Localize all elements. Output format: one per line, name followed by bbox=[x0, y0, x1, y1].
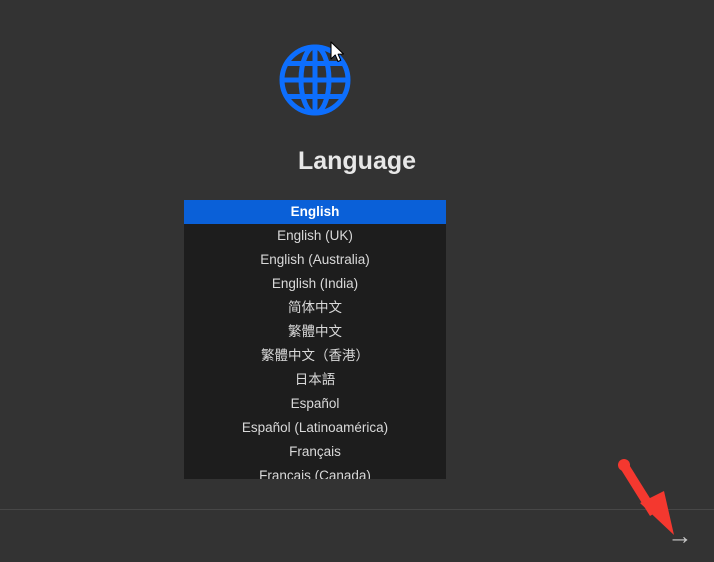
language-list-item[interactable]: 日本語 bbox=[184, 368, 446, 392]
language-list-item[interactable]: Español bbox=[184, 392, 446, 416]
language-list-item[interactable]: Français bbox=[184, 440, 446, 464]
language-list[interactable]: English English (UK) English (Australia) En… bbox=[184, 200, 446, 479]
language-list-item[interactable]: 繁體中文（香港） bbox=[184, 344, 446, 368]
page-title: Language bbox=[297, 147, 417, 175]
language-list-item[interactable]: English (Australia) bbox=[184, 248, 446, 272]
language-list-item[interactable]: Français (Canada) bbox=[184, 464, 446, 479]
setup-assistant-screen: Language English English (UK) English (Aus… bbox=[0, 0, 714, 562]
language-list-item[interactable]: 繁體中文 bbox=[184, 320, 446, 344]
globe-icon bbox=[279, 44, 351, 116]
next-button[interactable]: → bbox=[660, 519, 700, 553]
language-list-item[interactable]: English (UK) bbox=[184, 224, 446, 248]
footer-bar bbox=[0, 510, 714, 562]
language-list-item[interactable]: 简体中文 bbox=[184, 296, 446, 320]
language-list-item[interactable]: English bbox=[184, 200, 446, 224]
language-list-item[interactable]: Español (Latinoamérica) bbox=[184, 416, 446, 440]
globe-icon-svg bbox=[279, 44, 351, 116]
language-list-item[interactable]: English (India) bbox=[184, 272, 446, 296]
